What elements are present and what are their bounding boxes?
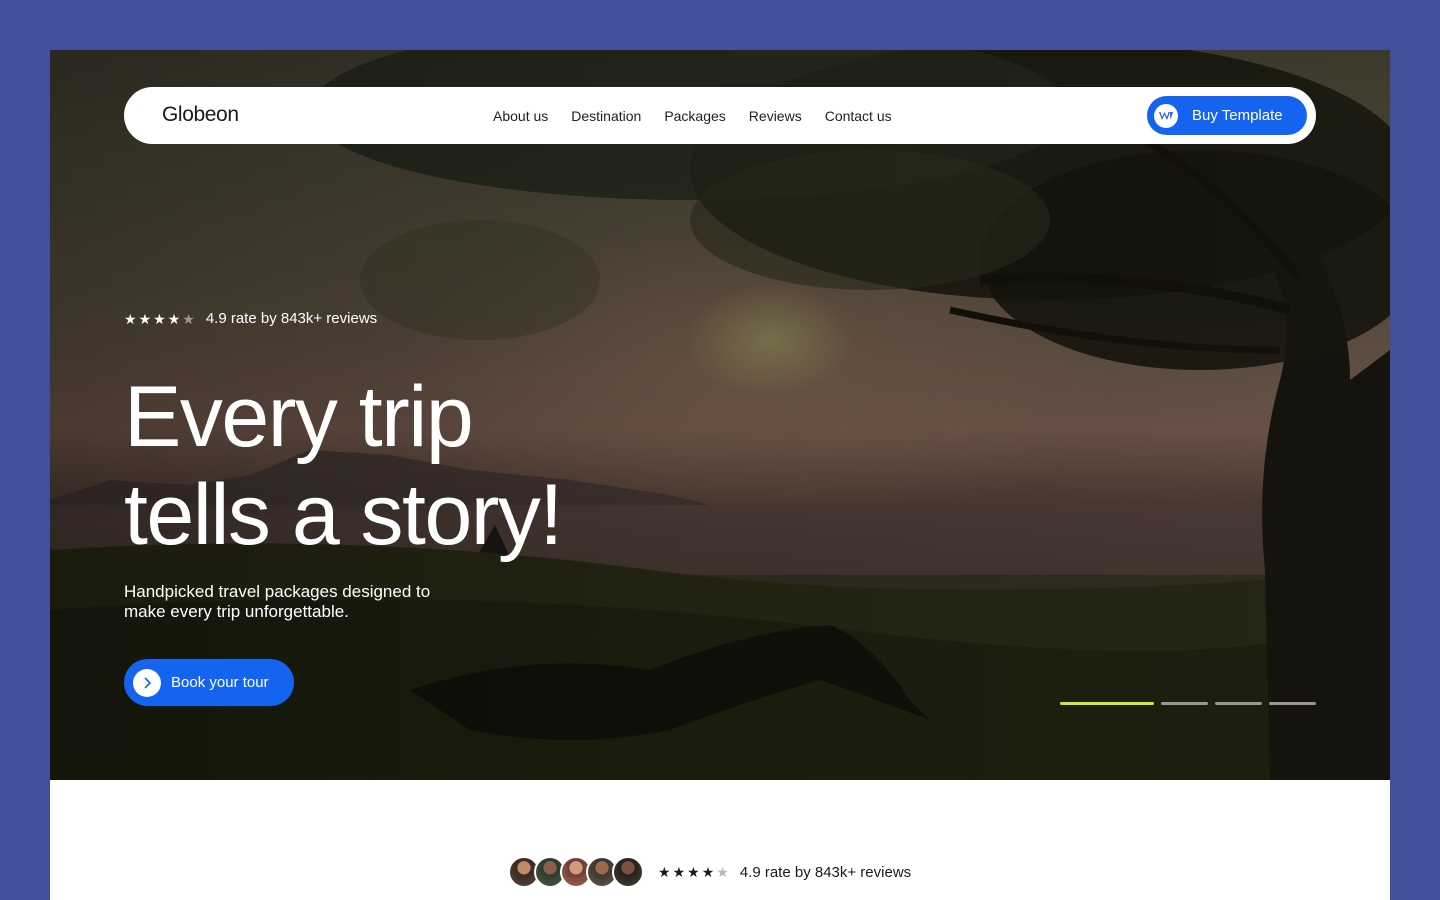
webflow-icon <box>1154 103 1178 128</box>
headline-line-2: tells a story! <box>124 467 563 563</box>
slide-indicators <box>1060 702 1316 705</box>
rating-text: 4.9 rate by 843k+ reviews <box>205 310 378 327</box>
star-rating: ★ ★ ★ ★ ★ <box>124 312 195 326</box>
nav-links: About us Destination Packages Reviews Co… <box>493 108 915 124</box>
slide-indicator-3[interactable] <box>1215 702 1262 705</box>
star-icon: ★ <box>687 864 700 880</box>
hero-section: Globeon About us Destination Packages Re… <box>50 50 1390 780</box>
star-icon: ★ <box>701 864 715 880</box>
buy-template-button[interactable]: Buy Template <box>1147 96 1307 135</box>
star-icon: ★ <box>672 864 686 880</box>
chevron-right-icon <box>133 668 161 697</box>
star-icon: ★ <box>167 310 181 327</box>
slide-indicator-2[interactable] <box>1161 702 1208 705</box>
slide-indicator-1[interactable] <box>1060 702 1154 705</box>
hero-headline: Every trip tells a story! <box>124 368 563 564</box>
hero-rating: ★ ★ ★ ★ ★ 4.9 rate by 843k+ reviews <box>124 310 377 327</box>
star-empty-icon: ★ <box>182 310 195 327</box>
star-rating: ★ ★ ★ ★ ★ <box>658 865 729 879</box>
rating-text: 4.9 rate by 843k+ reviews <box>739 863 912 881</box>
star-icon: ★ <box>153 310 166 327</box>
page-frame: Globeon About us Destination Packages Re… <box>50 50 1390 900</box>
reviewer-avatars <box>508 856 644 888</box>
nav-link-contact-us[interactable]: Contact us <box>825 108 892 124</box>
star-icon: ★ <box>658 864 671 880</box>
star-empty-icon: ★ <box>716 864 729 880</box>
book-your-tour-button[interactable]: Book your tour <box>124 659 294 706</box>
nav-link-about-us[interactable]: About us <box>493 108 548 124</box>
social-proof-rating: ★ ★ ★ ★ ★ 4.9 rate by 843k+ reviews <box>508 856 911 888</box>
nav-link-destination[interactable]: Destination <box>571 108 641 124</box>
headline-line-1: Every trip <box>124 369 474 465</box>
top-navigation: Globeon About us Destination Packages Re… <box>124 87 1316 144</box>
star-icon: ★ <box>124 310 137 327</box>
nav-link-reviews[interactable]: Reviews <box>749 108 802 124</box>
slide-indicator-4[interactable] <box>1269 702 1316 705</box>
star-icon: ★ <box>138 310 152 327</box>
book-your-tour-label: Book your tour <box>171 674 269 691</box>
buy-template-label: Buy Template <box>1192 107 1283 124</box>
nav-link-packages[interactable]: Packages <box>664 108 725 124</box>
brand-logo[interactable]: Globeon <box>162 103 239 127</box>
hero-subtext: Handpicked travel packages designed to m… <box>124 582 431 621</box>
avatar <box>612 856 644 888</box>
